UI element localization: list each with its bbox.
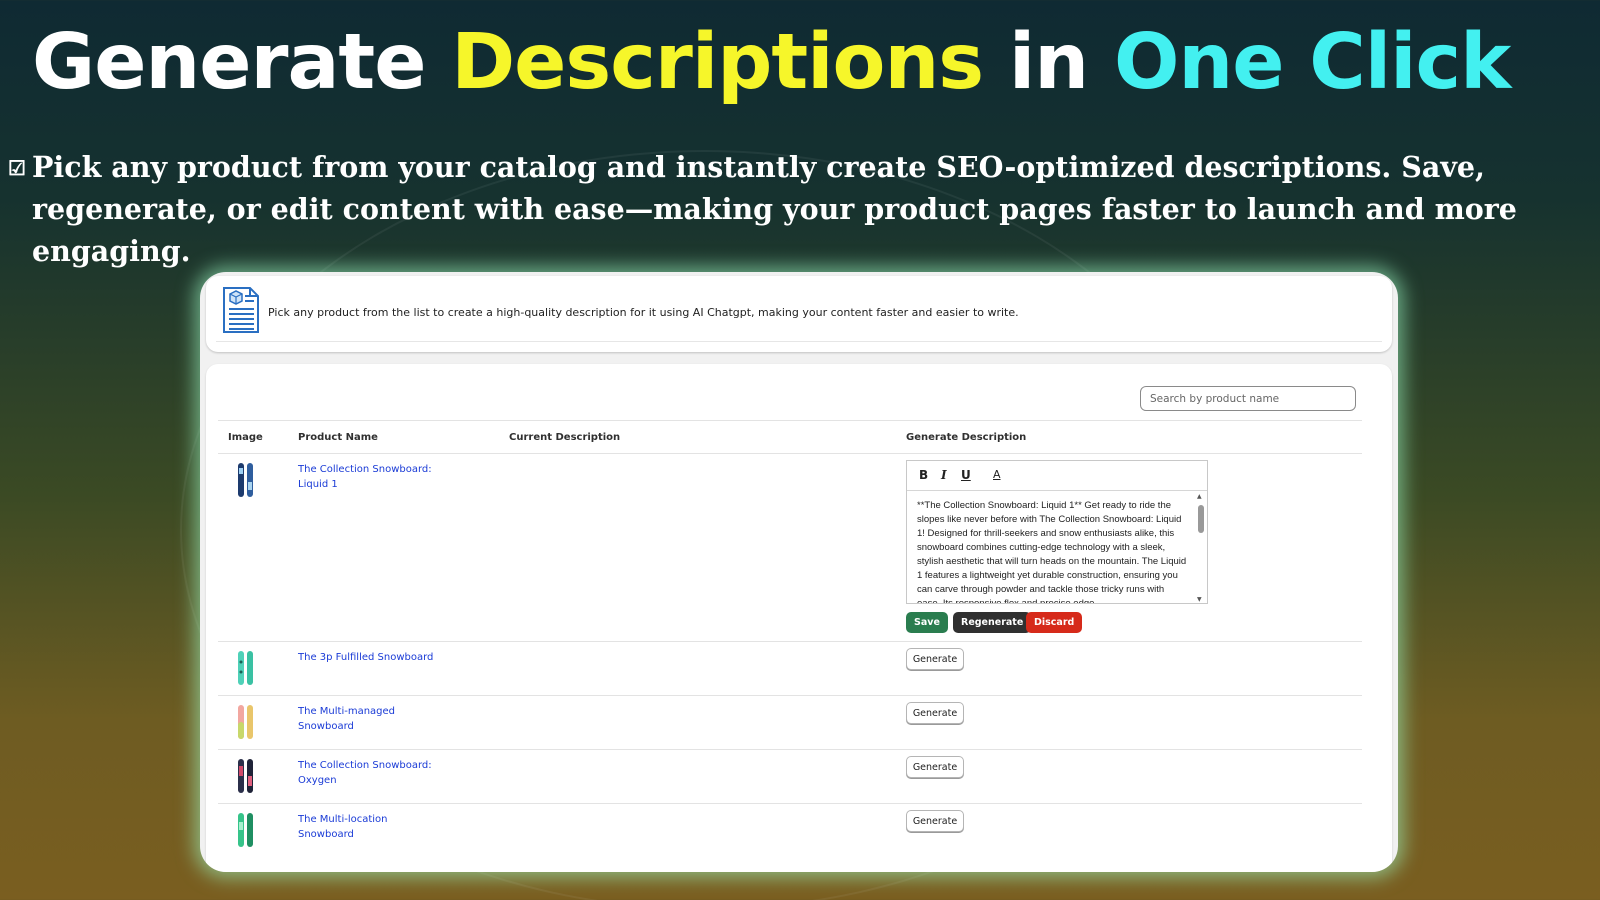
title-descriptions: Descriptions [451,18,984,107]
checkmark-icon: ☑ [8,156,26,180]
product-name-line: Snowboard [298,829,354,840]
generate-button[interactable]: Generate [906,648,964,670]
product-name-line: The Collection Snowboard: [298,760,432,771]
app-screenshot-panel: Pick any product from the list to create… [200,272,1398,872]
save-button[interactable]: Save [906,612,948,633]
product-name-line: Oxygen [298,775,337,786]
table-row: The Multi-managed Snowboard Generate [218,696,1362,750]
editor-content[interactable]: **The Collection Snowboard: Liquid 1** G… [917,499,1189,603]
scroll-thumb[interactable] [1198,505,1204,533]
product-name-link[interactable]: The 3p Fulfilled Snowboard [298,650,498,665]
document-icon [223,287,259,333]
subtitle-line-1: Pick any product from your catalog and i… [32,150,1485,184]
product-name-line: The Multi-managed [298,706,396,717]
column-header-product-name: Product Name [298,432,378,443]
product-name-line: Snowboard [298,721,354,732]
table-row: The 3p Fulfilled Snowboard Generate [218,642,1362,696]
subtitle-line-2: regenerate, or edit content with ease—ma… [32,192,1517,268]
search-input[interactable] [1140,386,1356,411]
column-header-current-description: Current Description [509,432,621,443]
column-header-generate-description: Generate Description [906,432,1027,443]
product-image [238,705,253,739]
divider [216,341,1382,342]
product-image [238,759,253,793]
product-name-line: Liquid 1 [298,479,338,490]
product-name-line: The Multi-location [298,814,388,825]
product-name-link[interactable]: The Multi-managed Snowboard [298,704,438,734]
product-image [238,463,253,497]
product-name-line: The 3p Fulfilled Snowboard [298,652,434,663]
products-table-card: Image Product Name Current Description G… [206,364,1392,872]
title-generate: Generate [32,18,452,107]
generate-button[interactable]: Generate [906,756,964,778]
discard-button[interactable]: Discard [1026,612,1083,633]
column-header-image: Image [228,432,263,443]
scroll-up-arrow-icon[interactable]: ▲ [1197,493,1202,500]
product-image [238,651,253,685]
description-editor[interactable]: B I U A **The Collection Snowboard: Liqu… [906,460,1208,604]
table-row: The Collection Snowboard: Liquid 1 B I U … [218,454,1362,642]
title-in: in [983,18,1114,107]
product-name-link[interactable]: The Collection Snowboard: Oxygen [298,758,438,788]
italic-icon[interactable]: I [941,468,947,482]
underline-icon[interactable]: U [961,468,971,482]
product-name-link[interactable]: The Multi-location Snowboard [298,812,438,842]
info-text: Pick any product from the list to create… [268,306,1019,319]
table-row: The Multi-location Snowboard Generate [218,804,1362,858]
regenerate-button[interactable]: Regenerate [953,612,1032,633]
product-name-line: The Collection Snowboard: [298,464,432,475]
scroll-down-arrow-icon[interactable]: ▼ [1197,596,1202,603]
bold-icon[interactable]: B [919,468,928,482]
info-banner: Pick any product from the list to create… [206,276,1392,352]
product-image [238,813,253,847]
text-color-icon[interactable]: A [993,468,1001,481]
hero-subtitle: ☑ Pick any product from your catalog and… [8,146,1528,272]
editor-toolbar: B I U A [907,461,1207,491]
table-header: Image Product Name Current Description G… [218,420,1362,454]
table-row: The Collection Snowboard: Oxygen Generate [218,750,1362,804]
editor-scrollbar[interactable]: ▲ ▼ [1197,493,1205,603]
title-one-click: One Click [1113,18,1511,107]
generate-button[interactable]: Generate [906,810,964,832]
generate-button[interactable]: Generate [906,702,964,724]
hero-title: Generate Descriptions in One Click [32,18,1511,107]
product-name-link[interactable]: The Collection Snowboard: Liquid 1 [298,462,438,492]
